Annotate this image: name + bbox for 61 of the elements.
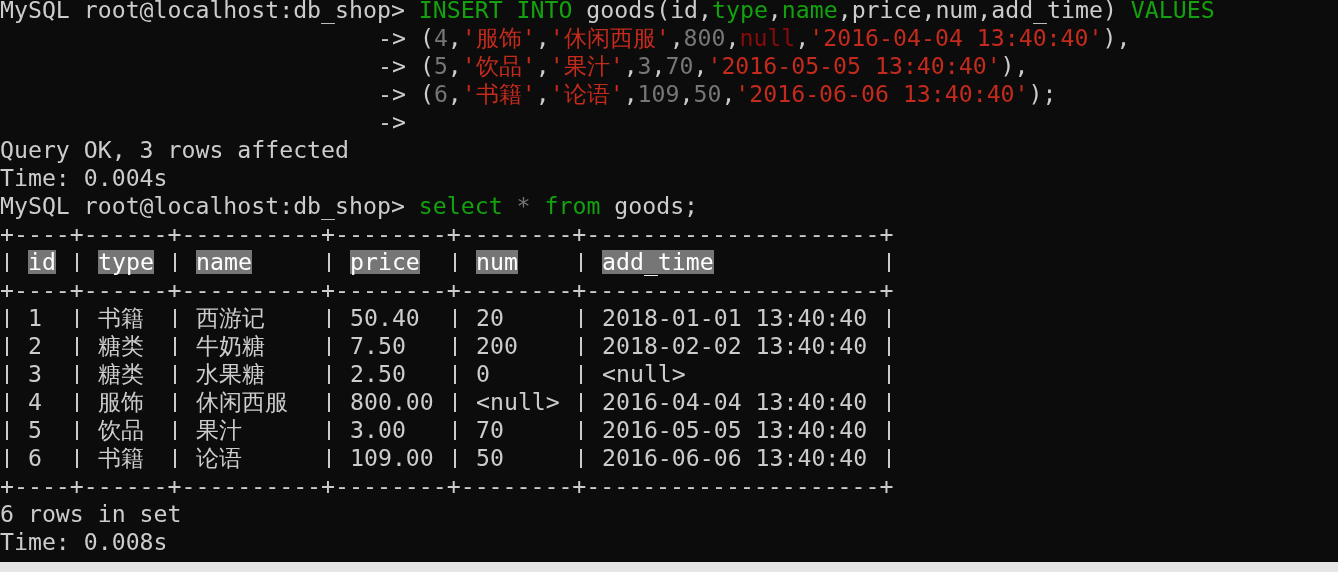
table-cell: 论语 [196, 444, 242, 472]
table-cell: 果汁 [196, 416, 242, 444]
table-cell: 书籍 [98, 304, 144, 332]
table-cell: 3 [28, 360, 42, 388]
table-cell: 20 [476, 304, 504, 332]
table-cell: 5 [28, 416, 42, 444]
table-cell: 2016-06-06 13:40:40 [602, 444, 868, 472]
table-border: +----+------+----------+--------+--------+---------------------+ [0, 472, 894, 500]
column-header: type [98, 250, 154, 274]
table-cell: 水果糖 [196, 360, 265, 388]
table-cell: 2016-05-05 13:40:40 [602, 416, 868, 444]
table-cell: 2 [28, 332, 42, 360]
sql-code: (5,'饮品','果汁',3,70,'2016-05-05 13:40:40'), [419, 52, 1029, 80]
column-header: id [28, 250, 56, 274]
sql-code: (6,'书籍','论语',109,50,'2016-06-06 13:40:40'); [419, 80, 1057, 108]
sql-code: (4,'服饰','休闲西服',800,null,'2016-04-04 13:40:40'), [419, 24, 1131, 52]
table-cell: 7.50 [350, 332, 406, 360]
table-cell: 50 [476, 444, 504, 472]
table-cell: 糖类 [98, 360, 144, 388]
table-cell: <null> [602, 360, 686, 388]
column-header: name [196, 250, 252, 274]
sql-code: INSERT INTO goods(id,type,name,price,num,add_time) VALUES [418, 0, 1215, 24]
scrollbar[interactable] [0, 562, 1338, 572]
sql-code: select * from goods; [418, 192, 699, 220]
prompt-text: MySQL root@localhost:db_shop> [0, 192, 405, 220]
table-cell: 0 [476, 360, 490, 388]
table-cell: 饮品 [98, 416, 144, 444]
table-cell: 牛奶糖 [196, 332, 265, 360]
table-cell: 2016-04-04 13:40:40 [602, 388, 868, 416]
table-cell: 109.00 [350, 444, 434, 472]
column-header: add_time [602, 250, 714, 274]
table-cell: 200 [476, 332, 518, 360]
prompt-text: -> [378, 108, 406, 136]
column-header: num [476, 250, 518, 274]
table-cell: 休闲西服 [196, 388, 288, 416]
table-cell: 服饰 [98, 388, 144, 416]
output-text: Query OK, 3 rows affected [0, 136, 349, 164]
table-cell: 800.00 [350, 388, 434, 416]
table-cell: 50.40 [350, 304, 420, 332]
table-cell: 3.00 [350, 416, 406, 444]
table-border: +----+------+----------+--------+--------+---------------------+ [0, 220, 894, 248]
output-text: Time: 0.004s [0, 164, 168, 192]
output-text: 6 rows in set [0, 500, 182, 528]
table-cell: 书籍 [98, 444, 144, 472]
column-header: price [350, 250, 420, 274]
table-cell: 2018-01-01 13:40:40 [602, 304, 868, 332]
prompt-text: -> [378, 80, 406, 108]
table-cell: 1 [28, 304, 42, 332]
table-cell: 西游记 [196, 304, 265, 332]
table-cell: <null> [476, 388, 560, 416]
prompt-text: -> [378, 52, 406, 80]
output-text: Time: 0.008s [0, 528, 168, 556]
prompt-text: MySQL root@localhost:db_shop> [0, 0, 405, 24]
table-cell: 6 [28, 444, 42, 472]
table-cell: 2018-02-02 13:40:40 [602, 332, 868, 360]
table-border: +----+------+----------+--------+--------+---------------------+ [0, 276, 894, 304]
prompt-text: -> [378, 24, 406, 52]
table-cell: 糖类 [98, 332, 144, 360]
table-cell: 70 [476, 416, 504, 444]
table-cell: 2.50 [350, 360, 406, 388]
table-cell: 4 [28, 388, 42, 416]
